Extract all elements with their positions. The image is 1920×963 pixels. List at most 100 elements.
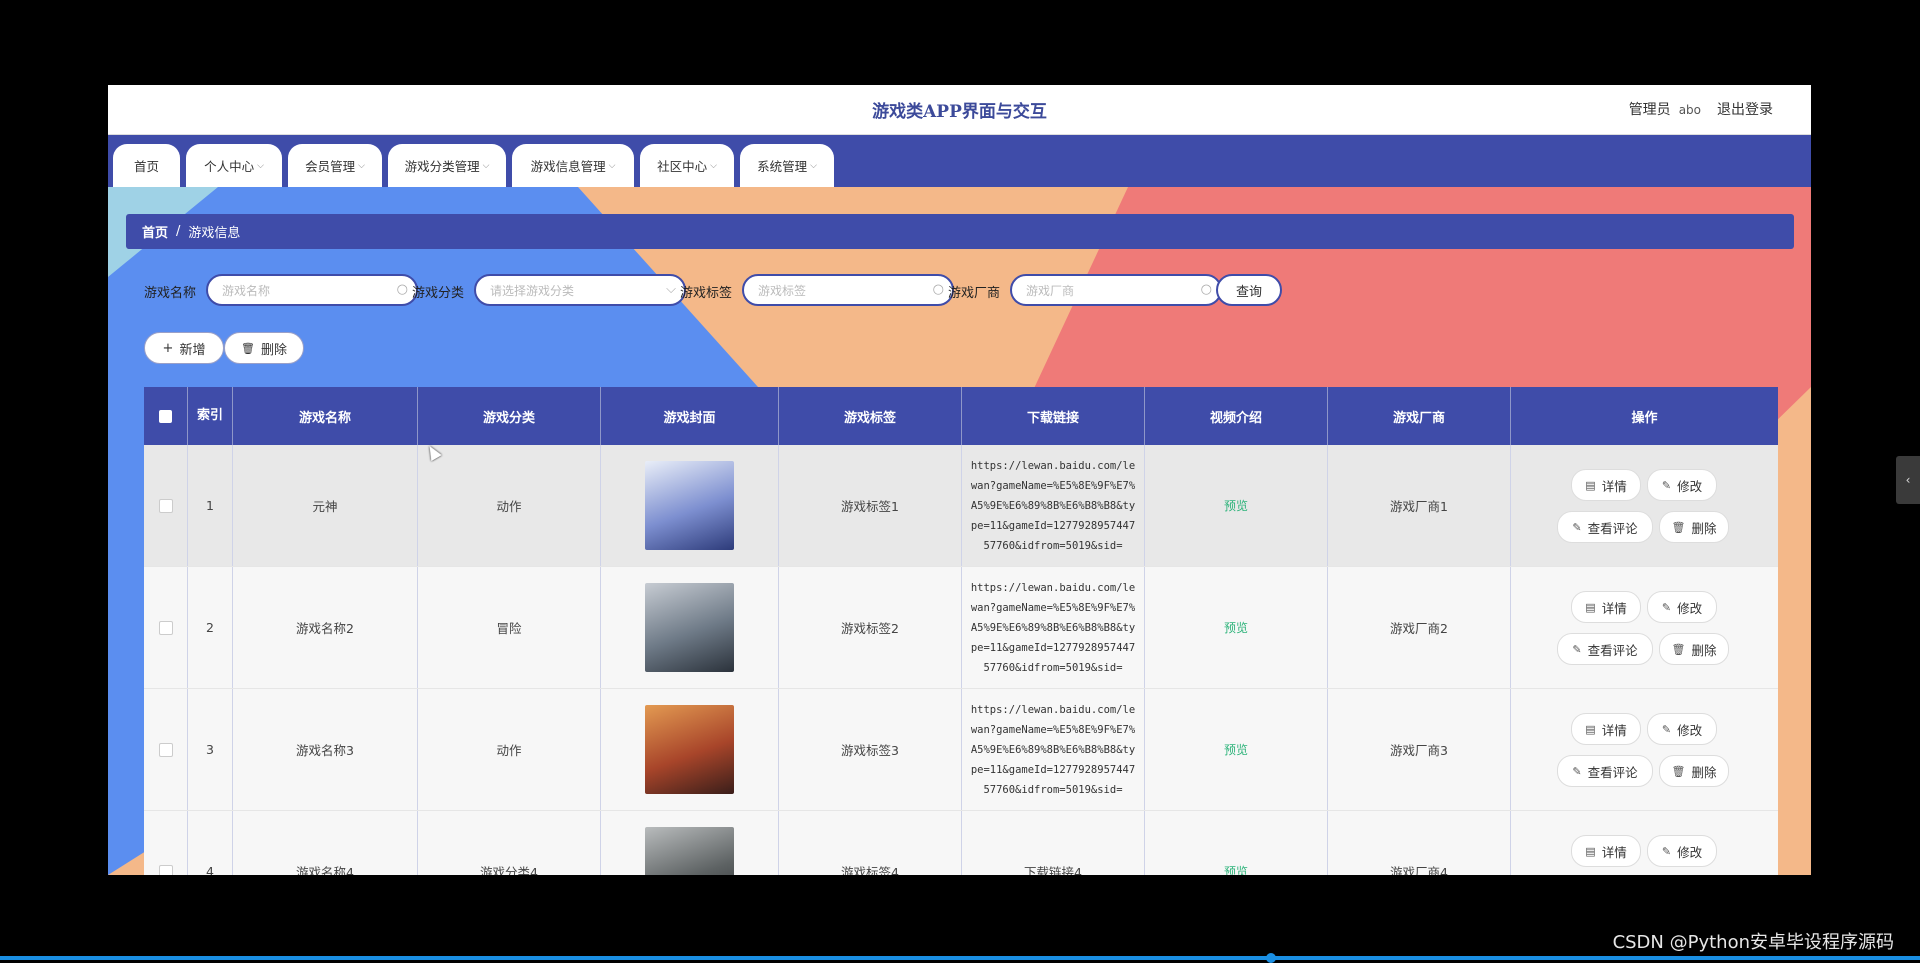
row-select[interactable] bbox=[144, 811, 188, 875]
content-area: 首页 / 游戏信息 游戏名称 游戏名称 ○ 游戏分类 请选择游戏分类 ⌵ 游戏标签 … bbox=[108, 187, 1811, 875]
cell-cover bbox=[601, 689, 779, 810]
video-preview-link[interactable]: 预览 bbox=[1224, 741, 1248, 758]
nav-tab-home[interactable]: 首页 bbox=[113, 144, 180, 187]
search-icon: ○ bbox=[932, 282, 944, 297]
cell-tag: 游戏标签2 bbox=[779, 567, 962, 688]
row-checkbox[interactable] bbox=[158, 620, 173, 635]
cell-category: 动作 bbox=[418, 445, 601, 566]
detail-button[interactable]: ▤ 详情 bbox=[1571, 713, 1641, 745]
detail-button[interactable]: ▤ 详情 bbox=[1571, 469, 1641, 501]
row-checkbox[interactable] bbox=[158, 864, 173, 875]
row-select[interactable] bbox=[144, 567, 188, 688]
nav-tab-system[interactable]: 系统管理 ⌵ bbox=[740, 144, 834, 187]
delete-label: 删除 bbox=[260, 342, 287, 358]
progress-handle[interactable] bbox=[1266, 953, 1276, 963]
plus-icon: + bbox=[162, 340, 174, 356]
name-search-input[interactable]: 游戏名称 ○ bbox=[206, 274, 418, 306]
nav-tab-members[interactable]: 会员管理 ⌵ bbox=[288, 144, 382, 187]
nav-tab-community[interactable]: 社区中心 ⌵ bbox=[640, 144, 734, 187]
game-cover-image[interactable] bbox=[645, 705, 734, 794]
cell-tag: 游戏标签4 bbox=[779, 811, 962, 875]
header-cover: 游戏封面 bbox=[601, 387, 779, 445]
cell-download-link[interactable]: 下载链接4 bbox=[962, 811, 1145, 875]
trash-icon: 🗑 bbox=[1671, 642, 1686, 656]
edit-button[interactable]: ✎ 修改 bbox=[1647, 591, 1717, 623]
vendor-label: 游戏厂商 bbox=[948, 286, 1001, 301]
view-comments-button[interactable]: ✎ 查看评论 bbox=[1557, 633, 1653, 665]
edit-button[interactable]: ✎ 修改 bbox=[1647, 469, 1717, 501]
side-collapse-handle[interactable]: ‹ bbox=[1896, 456, 1920, 504]
chevron-down-icon: ⌵ bbox=[482, 160, 490, 171]
edit-label: 修改 bbox=[1677, 844, 1703, 860]
nav-tab-personal[interactable]: 个人中心 ⌵ bbox=[186, 144, 282, 187]
cell-cover bbox=[601, 811, 779, 875]
row-delete-label: 删除 bbox=[1691, 520, 1717, 536]
category-select[interactable]: 请选择游戏分类 ⌵ bbox=[474, 274, 686, 306]
cell-download-link[interactable]: https://lewan.baidu.com/lewan?gameName=%… bbox=[962, 445, 1145, 566]
cell-tag: 游戏标签1 bbox=[779, 445, 962, 566]
cell-index: 4 bbox=[188, 811, 233, 875]
row-select[interactable] bbox=[144, 445, 188, 566]
cell-ops: ▤详情✎修改✎查看评论🗑删除 bbox=[1511, 811, 1778, 875]
cell-category: 游戏分类4 bbox=[418, 811, 601, 875]
detail-label: 详情 bbox=[1601, 600, 1627, 616]
document-icon: ▤ bbox=[1585, 722, 1596, 736]
row-delete-button[interactable]: 🗑 删除 bbox=[1659, 511, 1729, 543]
document-icon: ▤ bbox=[1585, 844, 1596, 858]
tag-placeholder: 游戏标签 bbox=[758, 283, 807, 298]
cell-index: 3 bbox=[188, 689, 233, 810]
game-cover-image[interactable] bbox=[645, 583, 734, 672]
logout-link[interactable]: 退出登录 bbox=[1717, 102, 1773, 118]
cell-cover bbox=[601, 567, 779, 688]
detail-button[interactable]: ▤ 详情 bbox=[1571, 591, 1641, 623]
row-delete-label: 删除 bbox=[1691, 764, 1717, 780]
row-checkbox[interactable] bbox=[158, 498, 173, 513]
table-row: 1 元神 动作 游戏标签1 https://lewan.baidu.com/lewan?… bbox=[144, 445, 1778, 567]
nav-tab-game-category[interactable]: 游戏分类管理 ⌵ bbox=[388, 144, 506, 187]
breadcrumb-home[interactable]: 首页 bbox=[142, 222, 168, 241]
row-actions: ▤详情✎修改✎查看评论🗑删除 bbox=[1511, 811, 1778, 875]
table-row: 3 游戏名称3 动作 游戏标签3 https://lewan.baidu.com/lew… bbox=[144, 689, 1778, 811]
detail-button[interactable]: ▤ 详情 bbox=[1571, 835, 1641, 867]
cell-download-link[interactable]: https://lewan.baidu.com/lewan?gameName=%… bbox=[962, 689, 1145, 810]
category-placeholder: 请选择游戏分类 bbox=[490, 283, 575, 298]
vendor-placeholder: 游戏厂商 bbox=[1026, 283, 1075, 298]
cell-vendor: 游戏厂商3 bbox=[1328, 689, 1511, 810]
game-cover-image[interactable] bbox=[645, 827, 734, 875]
video-preview-link[interactable]: 预览 bbox=[1224, 863, 1248, 875]
table-row: 2 游戏名称2 冒险 游戏标签2 https://lewan.baidu.com/lew… bbox=[144, 567, 1778, 689]
video-progress-bar[interactable] bbox=[0, 953, 1920, 963]
document-icon: ▤ bbox=[1585, 600, 1596, 614]
nav-tab-label: 首页 bbox=[133, 159, 159, 174]
cell-vendor: 游戏厂商1 bbox=[1328, 445, 1511, 566]
query-button[interactable]: 查询 bbox=[1216, 274, 1282, 306]
edit-button[interactable]: ✎ 修改 bbox=[1647, 835, 1717, 867]
add-button[interactable]: + 新增 bbox=[144, 332, 224, 364]
nav-tab-game-info[interactable]: 游戏信息管理 ⌵ bbox=[512, 144, 634, 187]
select-all-checkbox[interactable] bbox=[159, 409, 172, 423]
batch-delete-button[interactable]: 🗑 删除 bbox=[224, 332, 304, 364]
nav-tab-label: 系统管理 bbox=[757, 159, 808, 174]
row-delete-button[interactable]: 🗑 删除 bbox=[1659, 633, 1729, 665]
video-preview-link[interactable]: 预览 bbox=[1224, 619, 1248, 636]
tag-label: 游戏标签 bbox=[680, 286, 733, 301]
view-comments-button[interactable]: ✎ 查看评论 bbox=[1557, 511, 1653, 543]
vendor-search-input[interactable]: 游戏厂商 ○ bbox=[1010, 274, 1222, 306]
table-body: 1 元神 动作 游戏标签1 https://lewan.baidu.com/lewan?… bbox=[144, 445, 1778, 875]
tag-search-input[interactable]: 游戏标签 ○ bbox=[742, 274, 954, 306]
video-preview-link[interactable]: 预览 bbox=[1224, 497, 1248, 514]
row-checkbox[interactable] bbox=[158, 742, 173, 757]
row-delete-button[interactable]: 🗑 删除 bbox=[1659, 755, 1729, 787]
edit-button[interactable]: ✎ 修改 bbox=[1647, 713, 1717, 745]
cell-video: 预览 bbox=[1145, 445, 1328, 566]
view-comments-button[interactable]: ✎ 查看评论 bbox=[1557, 755, 1653, 787]
chevron-down-icon: ⌵ bbox=[666, 282, 676, 297]
cell-download-link[interactable]: https://lewan.baidu.com/lewan?gameName=%… bbox=[962, 567, 1145, 688]
row-select[interactable] bbox=[144, 689, 188, 810]
header-name: 游戏名称 bbox=[233, 387, 418, 445]
header-video: 视频介绍 bbox=[1145, 387, 1328, 445]
header-select-all[interactable] bbox=[144, 387, 188, 445]
cell-name: 游戏名称4 bbox=[233, 811, 418, 875]
header-category: 游戏分类 bbox=[418, 387, 601, 445]
game-cover-image[interactable] bbox=[645, 461, 734, 550]
